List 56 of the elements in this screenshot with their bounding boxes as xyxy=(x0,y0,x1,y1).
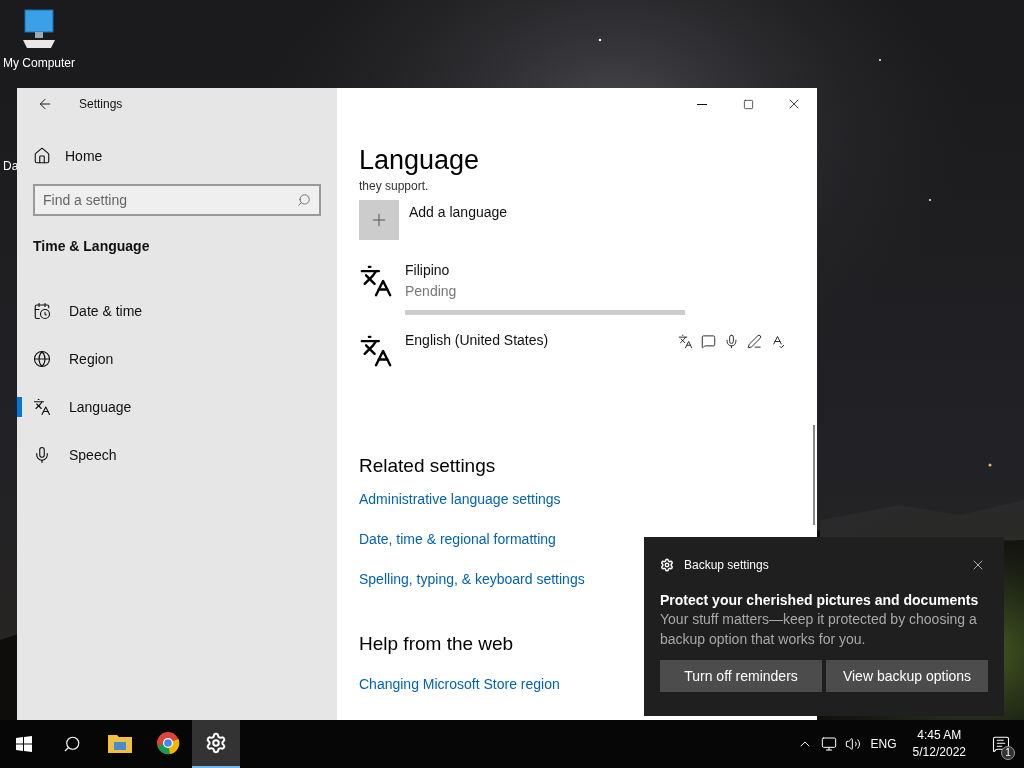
desktop-icon-label[interactable]: Da xyxy=(3,157,19,175)
description-text: they support. xyxy=(359,180,430,192)
scrollbar[interactable] xyxy=(813,425,815,525)
sidebar-item[interactable]: Language xyxy=(33,396,132,418)
taskbar-app[interactable] xyxy=(192,720,240,768)
help-link[interactable]: Changing Microsoft Store region xyxy=(359,674,560,695)
gear-icon xyxy=(660,558,674,572)
search-icon xyxy=(63,735,81,753)
add-language-label[interactable]: Add a language xyxy=(409,202,508,223)
language-icon xyxy=(359,264,393,298)
language-icon xyxy=(359,334,393,368)
notification-body: Your stuff matters—keep it protected by choosing a backup option that works for you. xyxy=(660,610,978,649)
settings-link[interactable]: Date, time & regional formatting xyxy=(359,528,556,550)
sidebar-item[interactable]: Date & time xyxy=(33,300,143,322)
home-icon xyxy=(33,147,51,165)
settings-link[interactable]: Spelling, typing, & keyboard settings xyxy=(359,568,585,590)
window-title: Settings xyxy=(79,96,123,113)
spell-check-icon xyxy=(770,334,785,349)
sidebar-item[interactable]: Region xyxy=(33,348,114,370)
language-name: English (United States) xyxy=(405,331,549,350)
computer-icon[interactable] xyxy=(21,8,57,50)
browser-icon xyxy=(156,731,180,755)
section-heading: Time & Language xyxy=(33,237,151,256)
notification-button[interactable]: Turn off reminders xyxy=(660,660,822,692)
app-name: Backup settings xyxy=(684,557,769,574)
home-link[interactable]: Home xyxy=(33,144,337,168)
language-icon xyxy=(33,398,51,416)
language-icon xyxy=(678,334,693,349)
globe-icon xyxy=(33,350,51,368)
calendar-clock-icon xyxy=(33,302,51,320)
settings-icon xyxy=(205,732,227,754)
language-status: Pending xyxy=(405,282,458,301)
microphone-icon xyxy=(724,334,739,349)
minimize-icon xyxy=(697,103,707,105)
search-icon xyxy=(297,193,311,207)
clock[interactable]: 4:45 AM 5/12/2022 xyxy=(912,727,966,761)
microphone-icon xyxy=(33,446,51,464)
maximize-icon xyxy=(742,98,754,110)
input-language[interactable]: ENG xyxy=(870,735,897,753)
desktop-icon-label[interactable]: My Computer xyxy=(3,54,75,72)
language-name: Filipino xyxy=(405,261,450,280)
pen-icon xyxy=(747,334,762,349)
speech-bubble-icon xyxy=(701,334,716,349)
sidebar-item[interactable]: Speech xyxy=(33,444,117,466)
section-heading: Related settings xyxy=(359,454,496,478)
section-heading: Help from the web xyxy=(359,631,514,656)
notification-title: Protect your cherished pictures and documents xyxy=(660,591,980,609)
settings-link[interactable]: Administrative language settings xyxy=(359,488,561,510)
network-icon[interactable] xyxy=(820,736,837,752)
notification-button[interactable]: View backup options xyxy=(826,660,988,692)
folder-icon xyxy=(108,733,132,753)
windows-logo-icon xyxy=(16,736,32,752)
search-field[interactable]: Find a setting xyxy=(33,184,321,216)
volume-icon[interactable] xyxy=(844,736,861,752)
page-title: Language xyxy=(359,144,481,177)
notification-count: 1 xyxy=(1001,746,1015,760)
